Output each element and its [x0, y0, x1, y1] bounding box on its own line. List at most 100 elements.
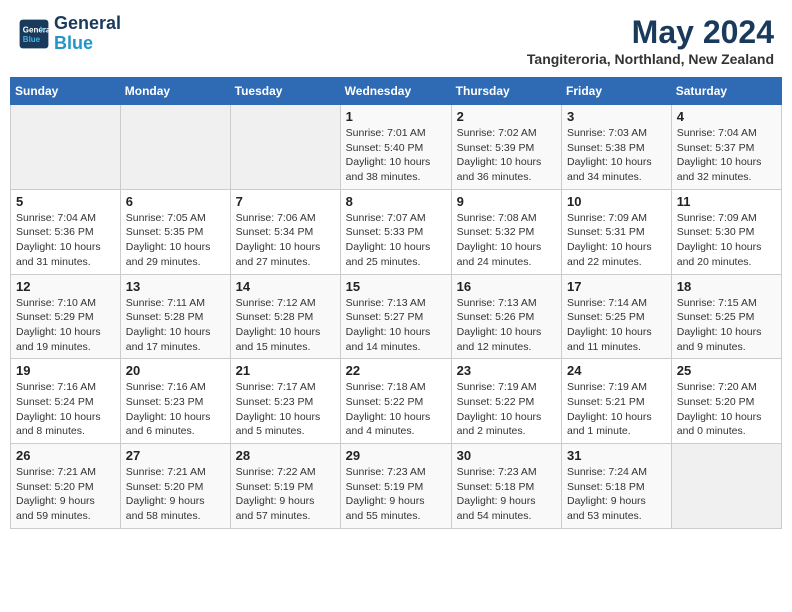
calendar-cell: [11, 105, 121, 190]
day-info: Sunrise: 7:12 AM Sunset: 5:28 PM Dayligh…: [236, 296, 335, 355]
svg-text:Blue: Blue: [23, 35, 41, 44]
calendar-cell: 17 Sunrise: 7:14 AM Sunset: 5:25 PM Dayli…: [562, 274, 672, 359]
day-info: Sunrise: 7:03 AM Sunset: 5:38 PM Dayligh…: [567, 126, 666, 185]
svg-text:General: General: [23, 25, 50, 34]
day-info: Sunrise: 7:16 AM Sunset: 5:24 PM Dayligh…: [16, 380, 115, 439]
day-number: 1: [346, 109, 446, 124]
day-number: 10: [567, 194, 666, 209]
calendar-cell: 3 Sunrise: 7:03 AM Sunset: 5:38 PM Daylig…: [562, 105, 672, 190]
weekday-header: Wednesday: [340, 78, 451, 105]
day-info: Sunrise: 7:13 AM Sunset: 5:26 PM Dayligh…: [457, 296, 556, 355]
weekday-header: Thursday: [451, 78, 561, 105]
calendar-cell: 12Sunrise: 7:10 AM Sunset: 5:29 PM Dayli…: [11, 274, 121, 359]
calendar-cell: [120, 105, 230, 190]
day-number: 25: [677, 363, 776, 378]
calendar-cell: 22 Sunrise: 7:18 AM Sunset: 5:22 PM Dayli…: [340, 359, 451, 444]
day-number: 23: [457, 363, 556, 378]
calendar-cell: 25 Sunrise: 7:20 AM Sunset: 5:20 PM Dayli…: [671, 359, 781, 444]
day-info: Sunrise: 7:17 AM Sunset: 5:23 PM Dayligh…: [236, 380, 335, 439]
day-number: 2: [457, 109, 556, 124]
calendar-header-row: SundayMondayTuesdayWednesdayThursdayFrid…: [11, 78, 782, 105]
weekday-header: Monday: [120, 78, 230, 105]
day-number: 20: [126, 363, 225, 378]
calendar-cell: 16 Sunrise: 7:13 AM Sunset: 5:26 PM Dayli…: [451, 274, 561, 359]
calendar-cell: 14 Sunrise: 7:12 AM Sunset: 5:28 PM Dayli…: [230, 274, 340, 359]
day-number: 14: [236, 279, 335, 294]
day-info: Sunrise: 7:19 AM Sunset: 5:21 PM Dayligh…: [567, 380, 666, 439]
day-number: 9: [457, 194, 556, 209]
logo-line1: General: [54, 14, 121, 34]
weekday-header: Friday: [562, 78, 672, 105]
calendar-cell: 24 Sunrise: 7:19 AM Sunset: 5:21 PM Dayli…: [562, 359, 672, 444]
day-info: Sunrise: 7:19 AM Sunset: 5:22 PM Dayligh…: [457, 380, 556, 439]
calendar-cell: 31Sunrise: 7:24 AM Sunset: 5:18 PM Dayli…: [562, 444, 672, 529]
calendar-cell: 4Sunrise: 7:04 AM Sunset: 5:37 PM Daylig…: [671, 105, 781, 190]
calendar-cell: 21Sunrise: 7:17 AM Sunset: 5:23 PM Dayli…: [230, 359, 340, 444]
calendar-cell: 23 Sunrise: 7:19 AM Sunset: 5:22 PM Dayli…: [451, 359, 561, 444]
calendar-table: SundayMondayTuesdayWednesdayThursdayFrid…: [10, 77, 782, 529]
day-info: Sunrise: 7:14 AM Sunset: 5:25 PM Dayligh…: [567, 296, 666, 355]
month-year: May 2024: [527, 14, 774, 51]
title-block: May 2024 Tangiteroria, Northland, New Ze…: [527, 14, 774, 67]
day-number: 3: [567, 109, 666, 124]
calendar-cell: 30Sunrise: 7:23 AM Sunset: 5:18 PM Dayli…: [451, 444, 561, 529]
day-info: Sunrise: 7:21 AM Sunset: 5:20 PM Dayligh…: [126, 465, 225, 524]
day-info: Sunrise: 7:20 AM Sunset: 5:20 PM Dayligh…: [677, 380, 776, 439]
day-info: Sunrise: 7:04 AM Sunset: 5:36 PM Dayligh…: [16, 211, 115, 270]
day-info: Sunrise: 7:07 AM Sunset: 5:33 PM Dayligh…: [346, 211, 446, 270]
day-number: 18: [677, 279, 776, 294]
calendar-cell: 6Sunrise: 7:05 AM Sunset: 5:35 PM Daylig…: [120, 189, 230, 274]
calendar-cell: 9 Sunrise: 7:08 AM Sunset: 5:32 PM Daylig…: [451, 189, 561, 274]
calendar-week-row: 26 Sunrise: 7:21 AM Sunset: 5:20 PM Dayli…: [11, 444, 782, 529]
day-info: Sunrise: 7:18 AM Sunset: 5:22 PM Dayligh…: [346, 380, 446, 439]
day-number: 29: [346, 448, 446, 463]
calendar-week-row: 12Sunrise: 7:10 AM Sunset: 5:29 PM Dayli…: [11, 274, 782, 359]
day-number: 11: [677, 194, 776, 209]
calendar-cell: 26 Sunrise: 7:21 AM Sunset: 5:20 PM Dayli…: [11, 444, 121, 529]
calendar-cell: 1Sunrise: 7:01 AM Sunset: 5:40 PM Daylig…: [340, 105, 451, 190]
day-number: 13: [126, 279, 225, 294]
calendar-cell: 15 Sunrise: 7:13 AM Sunset: 5:27 PM Dayli…: [340, 274, 451, 359]
calendar-cell: 20 Sunrise: 7:16 AM Sunset: 5:23 PM Dayli…: [120, 359, 230, 444]
day-info: Sunrise: 7:08 AM Sunset: 5:32 PM Dayligh…: [457, 211, 556, 270]
day-info: Sunrise: 7:13 AM Sunset: 5:27 PM Dayligh…: [346, 296, 446, 355]
location: Tangiteroria, Northland, New Zealand: [527, 51, 774, 67]
calendar-cell: [230, 105, 340, 190]
day-number: 12: [16, 279, 115, 294]
logo-icon: General Blue: [18, 18, 50, 50]
day-info: Sunrise: 7:05 AM Sunset: 5:35 PM Dayligh…: [126, 211, 225, 270]
day-info: Sunrise: 7:21 AM Sunset: 5:20 PM Dayligh…: [16, 465, 115, 524]
calendar-week-row: 1Sunrise: 7:01 AM Sunset: 5:40 PM Daylig…: [11, 105, 782, 190]
logo-text: General Blue: [54, 14, 121, 54]
day-info: Sunrise: 7:24 AM Sunset: 5:18 PM Dayligh…: [567, 465, 666, 524]
calendar-cell: 19Sunrise: 7:16 AM Sunset: 5:24 PM Dayli…: [11, 359, 121, 444]
day-number: 7: [236, 194, 335, 209]
day-number: 8: [346, 194, 446, 209]
day-info: Sunrise: 7:11 AM Sunset: 5:28 PM Dayligh…: [126, 296, 225, 355]
day-number: 22: [346, 363, 446, 378]
calendar-cell: 10 Sunrise: 7:09 AM Sunset: 5:31 PM Dayli…: [562, 189, 672, 274]
day-info: Sunrise: 7:09 AM Sunset: 5:31 PM Dayligh…: [567, 211, 666, 270]
day-number: 26: [16, 448, 115, 463]
calendar-cell: 8 Sunrise: 7:07 AM Sunset: 5:33 PM Daylig…: [340, 189, 451, 274]
calendar-cell: 11Sunrise: 7:09 AM Sunset: 5:30 PM Dayli…: [671, 189, 781, 274]
day-info: Sunrise: 7:22 AM Sunset: 5:19 PM Dayligh…: [236, 465, 335, 524]
day-number: 24: [567, 363, 666, 378]
day-info: Sunrise: 7:04 AM Sunset: 5:37 PM Dayligh…: [677, 126, 776, 185]
day-info: Sunrise: 7:16 AM Sunset: 5:23 PM Dayligh…: [126, 380, 225, 439]
day-number: 15: [346, 279, 446, 294]
day-info: Sunrise: 7:15 AM Sunset: 5:25 PM Dayligh…: [677, 296, 776, 355]
weekday-header: Sunday: [11, 78, 121, 105]
day-number: 27: [126, 448, 225, 463]
day-info: Sunrise: 7:23 AM Sunset: 5:18 PM Dayligh…: [457, 465, 556, 524]
day-number: 17: [567, 279, 666, 294]
weekday-header: Saturday: [671, 78, 781, 105]
calendar-cell: 13 Sunrise: 7:11 AM Sunset: 5:28 PM Dayli…: [120, 274, 230, 359]
calendar-cell: 28Sunrise: 7:22 AM Sunset: 5:19 PM Dayli…: [230, 444, 340, 529]
weekday-header: Tuesday: [230, 78, 340, 105]
calendar-cell: 2Sunrise: 7:02 AM Sunset: 5:39 PM Daylig…: [451, 105, 561, 190]
day-number: 5: [16, 194, 115, 209]
day-number: 16: [457, 279, 556, 294]
logo-line2: Blue: [54, 34, 121, 54]
logo: General Blue General Blue: [18, 14, 121, 54]
